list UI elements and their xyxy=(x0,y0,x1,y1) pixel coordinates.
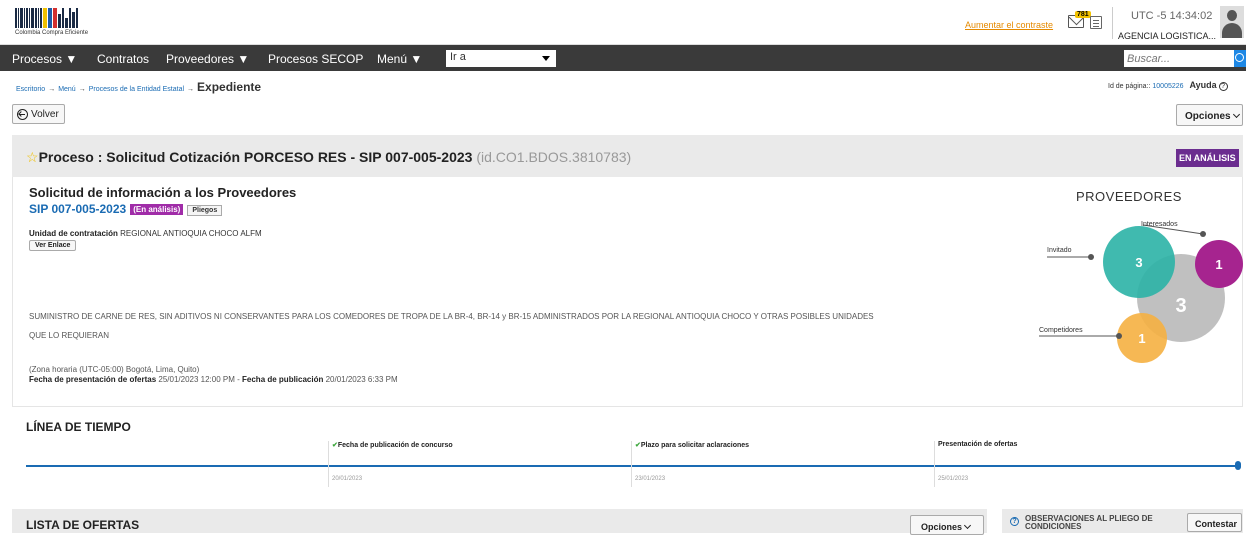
process-title: ☆Proceso : Solicitud Cotización PORCESO … xyxy=(26,149,631,166)
search-input[interactable] xyxy=(1124,50,1234,67)
logo-caption: Colombia Compra Eficiente xyxy=(15,30,89,36)
options-button-label: Opciones xyxy=(1185,111,1231,122)
dates-block: (Zona horaria (UTC-05:00) Bogotá, Lima, … xyxy=(29,365,398,385)
bubble-magenta-value: 1 xyxy=(1215,257,1222,272)
timeline-title: LÍNEA DE TIEMPO xyxy=(26,420,131,434)
goto-select[interactable]: Ir a xyxy=(446,50,556,67)
breadcrumb: Escritorio → Menú → Procesos de la Entidad E… xyxy=(16,80,261,94)
process-id: (id.CO1.BDOS.3810783) xyxy=(476,149,632,165)
breadcrumb-menu[interactable]: Menú xyxy=(58,86,76,93)
star-icon[interactable]: ☆ xyxy=(26,149,39,165)
chevron-down-icon xyxy=(1232,110,1240,119)
top-bar: Colombia Compra Eficiente Aumentar el co… xyxy=(0,0,1246,45)
offers-date-label: Fecha de presentación de ofertas xyxy=(29,375,157,384)
main-nav: Procesos ▼ Contratos Proveedores ▼ Proce… xyxy=(0,45,1246,71)
contracting-unit: Unidad de contratación REGIONAL ANTIOQUI… xyxy=(29,229,262,238)
notifications-badge: 781 xyxy=(1075,11,1091,18)
search-icon[interactable] xyxy=(1234,50,1246,67)
reference-number: SIP 007-005-2023 xyxy=(29,202,127,216)
nav-procesos[interactable]: Procesos ▼ xyxy=(12,52,77,66)
milestone-date: 23/01/2023 xyxy=(635,476,666,482)
offers-list-header: LISTA DE OFERTAS xyxy=(12,509,987,533)
breadcrumb-current: Expediente xyxy=(197,80,262,94)
barcode-logo-icon xyxy=(15,6,111,28)
divider xyxy=(1112,7,1113,39)
process-summary-panel: Solicitud de información a los Proveedor… xyxy=(12,177,1243,407)
state-tag: (En análisis) xyxy=(130,204,184,215)
timeline-milestone[interactable]: ✔Plazo para solicitar aclaraciones 23/01… xyxy=(631,441,931,487)
pub-date: 20/01/2023 6:33 PM xyxy=(325,375,398,384)
observations-title-line2: CONDICIONES xyxy=(1025,522,1082,531)
logo[interactable]: Colombia Compra Eficiente xyxy=(15,6,111,40)
breadcrumb-separator: → xyxy=(78,86,86,93)
providers-bubble-chart: 3 3 1 1 Interesados Invitado Competidore… xyxy=(1039,221,1243,363)
offers-options-button[interactable]: Opciones xyxy=(910,515,984,535)
page-id: Id de página:: 10005226 Ayuda ? xyxy=(1108,80,1228,91)
dates-line: Fecha de presentación de ofertas 25/01/2… xyxy=(29,375,398,384)
timezone: (Zona horaria (UTC-05:00) Bogotá, Lima, … xyxy=(29,365,200,374)
process-header: ☆Proceso : Solicitud Cotización PORCESO … xyxy=(12,135,1243,177)
page-id-label: Id de página:: xyxy=(1108,83,1151,90)
page-id-value: 10005226 xyxy=(1152,83,1184,90)
agency-name[interactable]: AGENCIA LOGISTICA... xyxy=(1118,31,1216,41)
breadcrumb-separator: → xyxy=(187,86,195,93)
nav-procesos-secop[interactable]: Procesos SECOP xyxy=(268,52,363,66)
label-competidores: Competidores xyxy=(1039,327,1083,334)
label-interesados: Interesados xyxy=(1141,221,1178,228)
milestone-label: Fecha de publicación de concurso xyxy=(337,442,453,449)
providers-title: PROVEEDORES xyxy=(1076,189,1182,204)
label-invitado: Invitado xyxy=(1047,247,1072,254)
status-badge: EN ANÁLISIS xyxy=(1176,149,1239,167)
milestone-label: Presentación de ofertas xyxy=(938,441,1018,448)
breadcrumb-separator: → xyxy=(48,86,56,93)
clock: UTC -5 14:34:02 xyxy=(1131,10,1213,22)
nav-contratos[interactable]: Contratos xyxy=(97,52,149,66)
options-button[interactable]: Opciones xyxy=(1176,104,1243,126)
contrast-link[interactable]: Aumentar el contraste xyxy=(965,20,1053,30)
bubble-interesados-value: 3 xyxy=(1175,295,1186,317)
offers-list-title: LISTA DE OFERTAS xyxy=(26,518,140,532)
nav-proveedores[interactable]: Proveedores ▼ xyxy=(166,52,249,66)
timeline-milestone[interactable]: Presentación de ofertas 25/01/2023 xyxy=(934,441,1234,487)
nav-menu[interactable]: Menú ▼ xyxy=(377,52,422,66)
view-link-button[interactable]: Ver Enlace xyxy=(29,240,77,251)
bubble-invitado-value: 3 xyxy=(1135,255,1142,270)
arrow-left-icon xyxy=(17,109,28,120)
request-title: Solicitud de información a los Proveedor… xyxy=(29,185,297,200)
avatar[interactable] xyxy=(1220,6,1244,38)
document-icon[interactable] xyxy=(1090,16,1102,29)
help-link[interactable]: Ayuda xyxy=(1190,80,1217,90)
chevron-down-icon xyxy=(963,521,972,530)
back-button-label: Volver xyxy=(31,109,59,120)
help-icon[interactable]: ? xyxy=(1010,517,1019,526)
milestone-date: 25/01/2023 xyxy=(938,476,969,482)
process-description: SUMINISTRO DE CARNE DE RES, SIN ADITIVOS… xyxy=(29,312,874,340)
offers-options-label: Opciones xyxy=(921,522,963,532)
breadcrumb-procesos-entidad[interactable]: Procesos de la Entidad Estatal xyxy=(89,86,184,93)
back-button[interactable]: Volver xyxy=(12,104,65,124)
breadcrumb-escritorio[interactable]: Escritorio xyxy=(16,86,45,93)
timeline-end-handle[interactable] xyxy=(1235,461,1241,470)
milestone-date: 20/01/2023 xyxy=(332,476,363,482)
bubble-competidores-value: 1 xyxy=(1138,331,1145,346)
process-title-text: Proceso : Solicitud Cotización PORCESO R… xyxy=(38,149,473,165)
pub-date-label: Fecha de publicación xyxy=(242,375,324,384)
reply-button[interactable]: Contestar xyxy=(1187,513,1242,532)
timeline-milestone[interactable]: ✔Fecha de publicación de concurso 20/01/… xyxy=(328,441,628,487)
milestone-label: Plazo para solicitar aclaraciones xyxy=(640,442,750,449)
help-icon[interactable]: ? xyxy=(1218,81,1228,91)
contracting-unit-label: Unidad de contratación xyxy=(29,229,118,238)
observations-title: ? OBSERVACIONES AL PLIEGO DE CONDICIONES xyxy=(1010,515,1153,531)
pliegos-tag[interactable]: Pliegos xyxy=(187,205,223,216)
process-reference: SIP 007-005-2023 (En análisis) Pliegos xyxy=(29,202,223,216)
offers-date: 25/01/2023 12:00 PM xyxy=(158,375,235,384)
contracting-unit-value: REGIONAL ANTIOQUIA CHOCO ALFM xyxy=(120,229,262,238)
